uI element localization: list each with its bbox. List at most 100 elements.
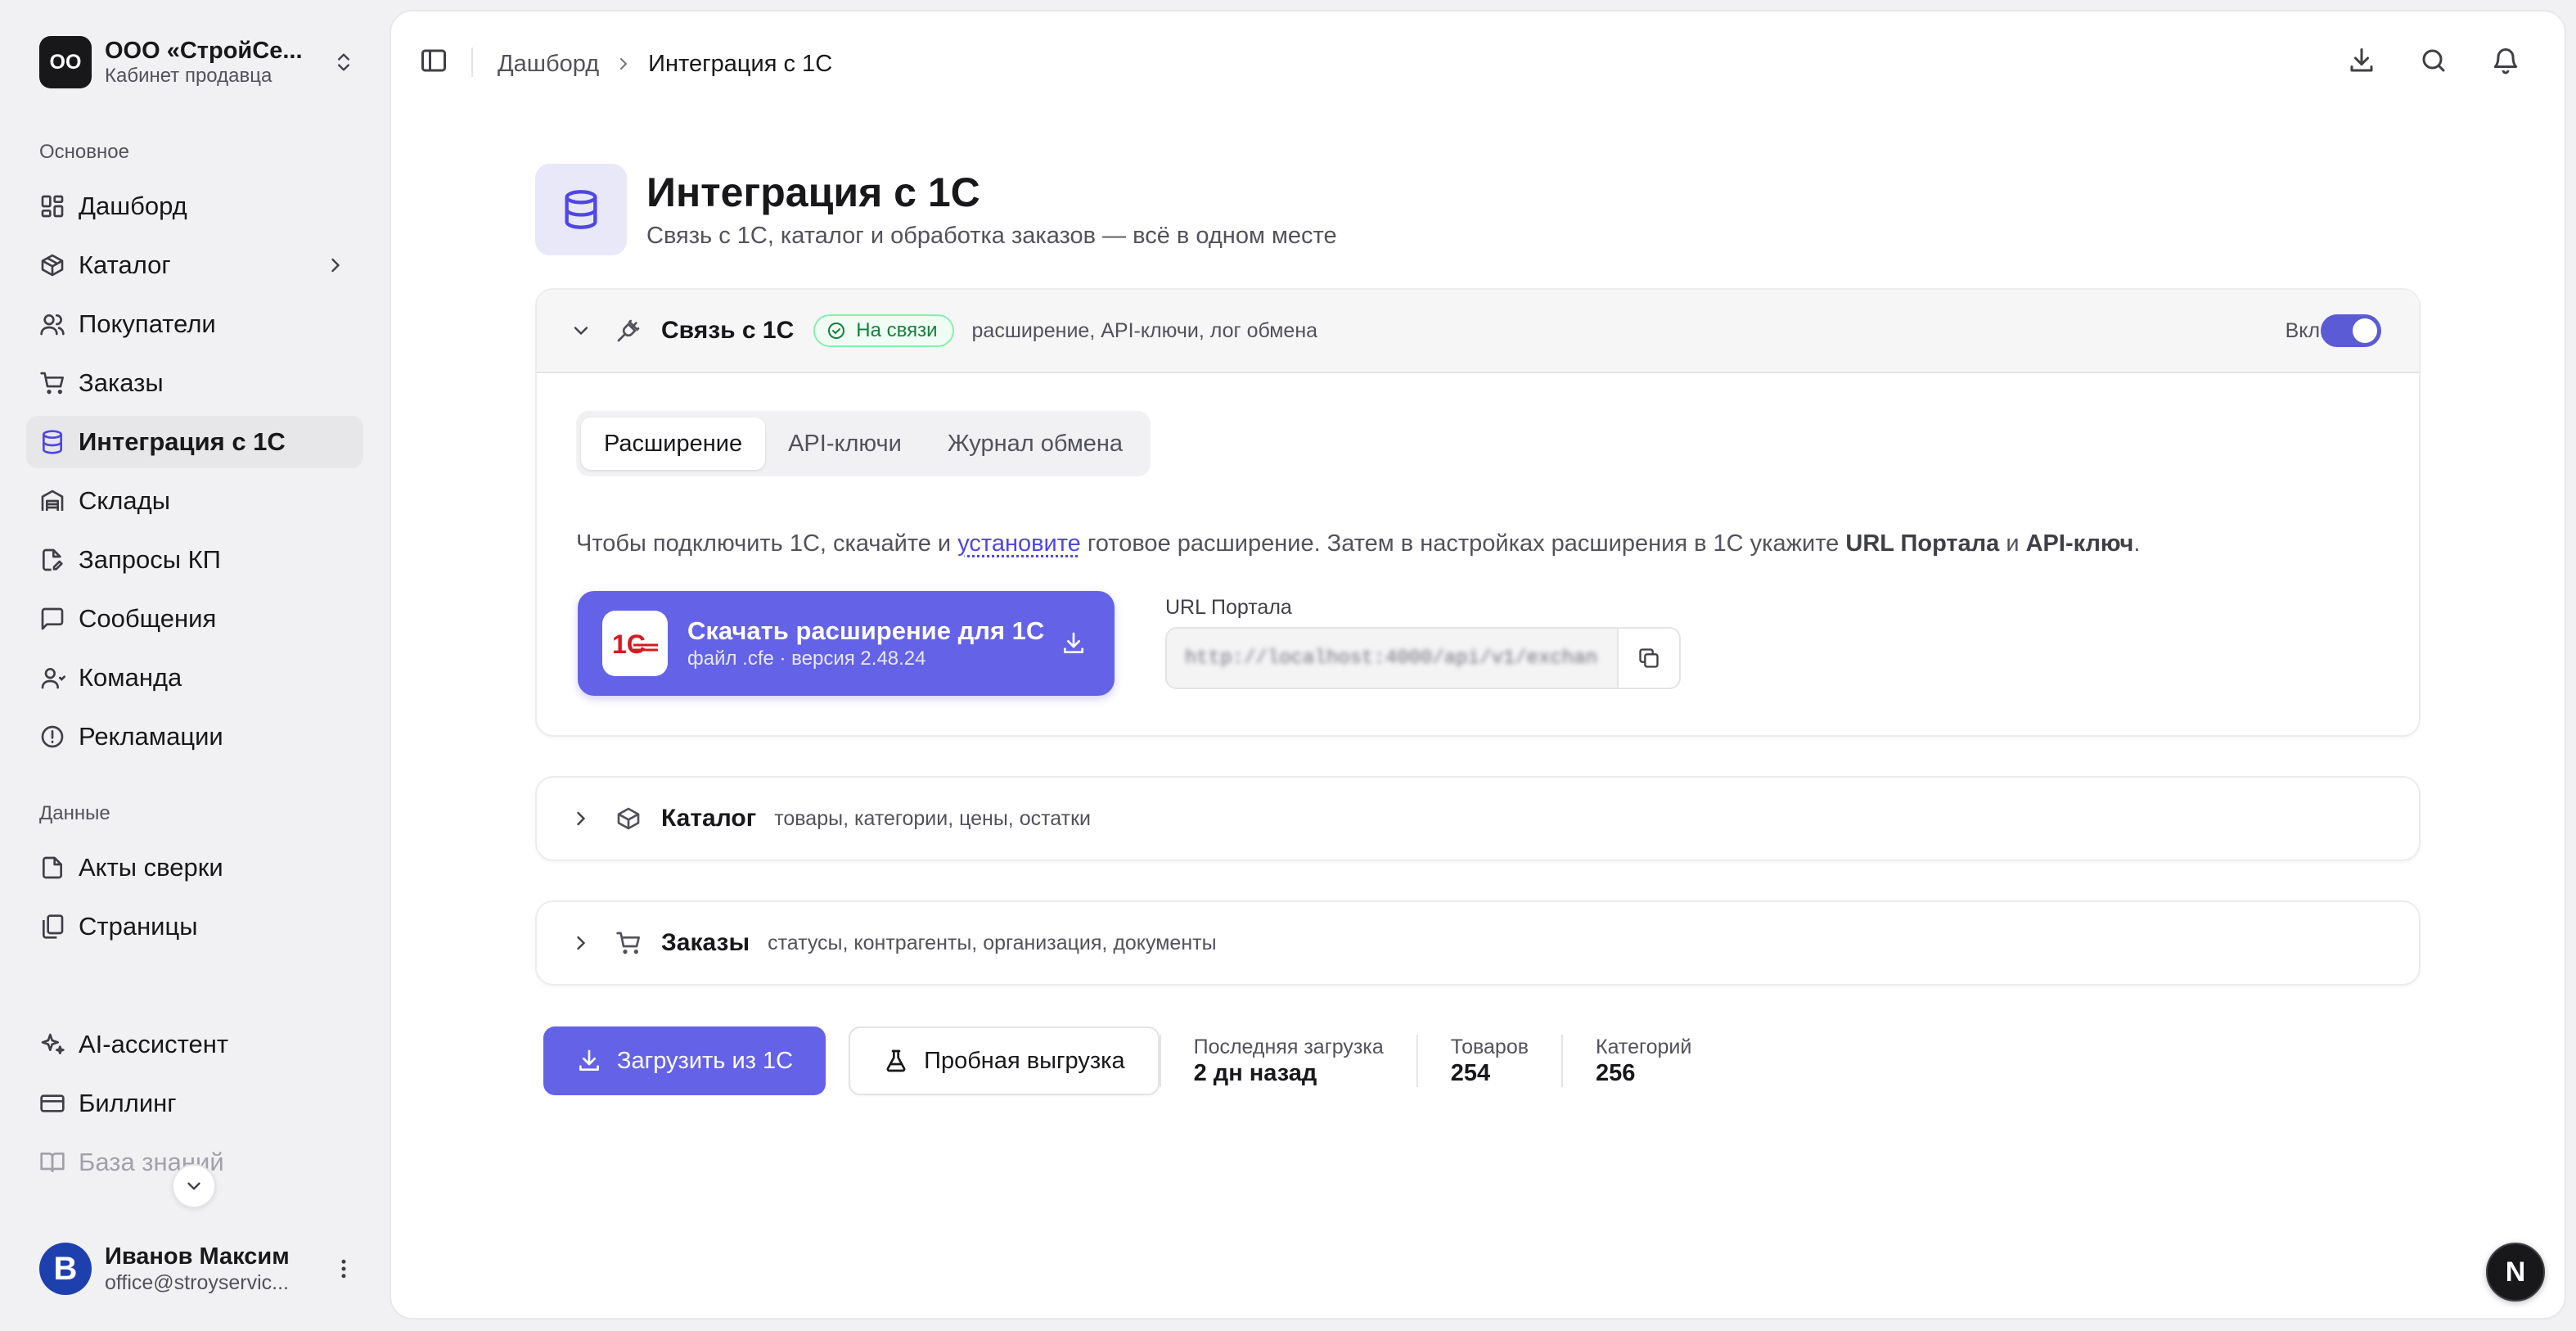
sidebar-item-label: Сообщения	[79, 604, 217, 633]
breadcrumb-link-dashboard[interactable]: Дашборд	[498, 51, 599, 78]
sidebar-item-label: Заказы	[79, 368, 164, 397]
sidebar-item-team[interactable]: Команда	[26, 652, 363, 704]
catalog-description: товары, категории, цены, остатки	[774, 806, 1091, 830]
more-vertical-icon[interactable]	[329, 1254, 358, 1284]
user-menu[interactable]: B Иванов Максим office@stroyservic...	[39, 1241, 358, 1297]
connection-tabs: Расширение API-ключи Журнал обмена	[576, 411, 1151, 476]
stat-last-load: Последняя загрузка 2 дн назад	[1159, 1035, 1416, 1087]
warehouse-icon	[39, 488, 65, 514]
stat-products: Товаров 254	[1416, 1035, 1561, 1087]
sidebar-item-dashboard[interactable]: Дашборд	[26, 180, 363, 232]
sidebar-item-customers[interactable]: Покупатели	[26, 298, 363, 350]
orders-description: статусы, контрагенты, организация, докум…	[768, 931, 1217, 954]
portal-url-label: URL Портала	[1165, 596, 1292, 619]
chevron-right-icon	[324, 254, 347, 277]
connection-card-header[interactable]: Связь с 1С На связи расширение, API-ключ…	[537, 290, 2419, 373]
1c-logo: 1С	[602, 611, 668, 676]
dev-tools-badge[interactable]: N	[2486, 1243, 2545, 1302]
instruction-part: готовое расширение. Затем в настройках р…	[1080, 530, 1846, 557]
message-icon	[39, 606, 65, 632]
alert-circle-icon	[39, 724, 65, 750]
tab-api-keys[interactable]: API-ключи	[765, 417, 925, 470]
tab-exchange-log[interactable]: Журнал обмена	[925, 417, 1146, 470]
copy-icon[interactable]	[1617, 629, 1679, 688]
sidebar-item-quote-requests[interactable]: Запросы КП	[26, 534, 363, 586]
download-extension-button[interactable]: 1С Скачать расширение для 1С файл .cfe ·…	[578, 591, 1115, 696]
download-subtitle: файл .cfe · версия 2.48.24	[687, 647, 926, 670]
download-icon	[576, 1048, 617, 1074]
sidebar-item-reconciliation[interactable]: Акты сверки	[26, 841, 363, 894]
org-switcher[interactable]: OO ООО «СтройСе... Кабинет продавца	[39, 36, 358, 88]
sidebar-scroll-down-button[interactable]	[172, 1164, 216, 1208]
plug-icon	[615, 318, 642, 344]
nav-group-label-data: Данные	[39, 802, 110, 824]
instruction-text: Чтобы подключить 1С, скачайте и установи…	[576, 530, 2140, 557]
search-icon[interactable]	[2419, 46, 2452, 79]
catalog-card[interactable]: Каталог товары, категории, цены, остатки	[535, 776, 2421, 861]
stat-label: Последняя загрузка	[1193, 1035, 1384, 1058]
orders-card-header[interactable]: Заказы статусы, контрагенты, организация…	[537, 902, 2419, 984]
tab-extension[interactable]: Расширение	[581, 417, 766, 470]
instruction-bold-api-key: API-ключ	[2025, 530, 2134, 557]
org-logo: OO	[39, 36, 92, 88]
package-icon	[615, 805, 642, 832]
page-header: Интеграция с 1С Связь с 1С, каталог и об…	[535, 154, 1517, 260]
org-name: ООО «СтройСе...	[105, 38, 303, 64]
sidebar-item-claims[interactable]: Рекламации	[26, 711, 363, 763]
sidebar-item-label: Биллинг	[79, 1089, 177, 1117]
bell-icon[interactable]	[2491, 46, 2524, 79]
chevron-down-icon	[570, 319, 592, 342]
sidebar-item-pages[interactable]: Страницы	[26, 900, 363, 953]
flask-icon	[883, 1048, 924, 1074]
chevron-right-icon	[570, 932, 592, 954]
status-badge: На связи	[813, 314, 954, 347]
download-icon	[1061, 630, 1087, 656]
stat-value: 2 дн назад	[1193, 1060, 1317, 1086]
sidebar-item-catalog[interactable]: Каталог	[26, 239, 363, 291]
instruction-part: .	[2133, 530, 2141, 557]
portal-url-input[interactable]	[1167, 629, 1617, 688]
nav-group-label-main: Основное	[39, 141, 129, 163]
page-title: Интеграция с 1С	[646, 169, 980, 215]
sidebar-item-orders[interactable]: Заказы	[26, 357, 363, 409]
orders-card[interactable]: Заказы статусы, контрагенты, организация…	[535, 900, 2421, 986]
cart-icon	[39, 370, 65, 396]
instruction-part: и	[1999, 530, 2026, 557]
breadcrumb-current: Интеграция с 1С	[648, 50, 833, 77]
connection-card: Связь с 1С На связи расширение, API-ключ…	[535, 288, 2421, 737]
credit-card-icon	[39, 1090, 65, 1117]
sidebar-item-billing[interactable]: Биллинг	[26, 1077, 363, 1130]
orders-title: Заказы	[661, 929, 750, 956]
test-export-button[interactable]: Пробная выгрузка	[849, 1026, 1160, 1095]
stat-value: 256	[1596, 1060, 1636, 1086]
catalog-card-header[interactable]: Каталог товары, категории, цены, остатки	[537, 778, 2419, 860]
check-circle-icon	[826, 321, 856, 341]
connection-title: Связь с 1С	[661, 317, 795, 344]
chevron-right-icon	[570, 807, 592, 830]
sidebar-toggle-icon[interactable]	[419, 46, 452, 79]
sidebar-item-messages[interactable]: Сообщения	[26, 593, 363, 645]
sparkles-icon	[39, 1031, 65, 1058]
download-icon[interactable]	[2347, 46, 2380, 79]
sidebar-item-label: Интеграция с 1С	[79, 427, 286, 456]
sidebar-item-label: Дашборд	[79, 192, 187, 220]
stat-label: Товаров	[1450, 1035, 1529, 1058]
stat-label: Категорий	[1596, 1035, 1692, 1058]
connection-toggle[interactable]	[2321, 314, 2381, 347]
pages-icon	[39, 914, 65, 940]
package-icon	[39, 252, 65, 278]
test-button-label: Пробная выгрузка	[924, 1047, 1125, 1074]
sidebar-item-warehouses[interactable]: Склады	[26, 475, 363, 527]
install-link[interactable]: установите	[957, 530, 1081, 557]
catalog-title: Каталог	[661, 805, 757, 832]
cart-icon	[615, 930, 642, 956]
chevrons-up-down-icon	[329, 47, 358, 77]
user-name: Иванов Максим	[105, 1243, 290, 1270]
sidebar-item-label: Акты сверки	[79, 853, 223, 882]
dashboard-icon	[39, 193, 65, 219]
sidebar-item-ai-assistant[interactable]: AI-ассистент	[26, 1018, 363, 1071]
load-from-1c-button[interactable]: Загрузить из 1С	[543, 1026, 826, 1095]
database-icon	[535, 164, 627, 255]
sidebar-item-1c-integration[interactable]: Интеграция с 1С	[26, 416, 363, 468]
sidebar-item-label: Склады	[79, 486, 170, 515]
